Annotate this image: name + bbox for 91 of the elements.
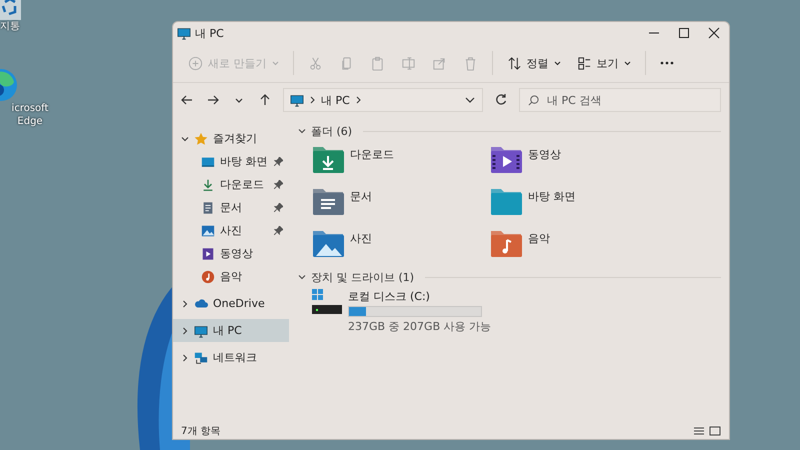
download-folder-icon xyxy=(312,145,344,173)
chevron-right-icon[interactable] xyxy=(181,300,189,308)
tiles-view-icon[interactable] xyxy=(709,426,721,436)
chevron-right-icon[interactable] xyxy=(181,354,189,362)
sidebar-label: 문서 xyxy=(220,200,242,215)
address-bar[interactable]: 내 PC xyxy=(283,88,483,112)
video-icon xyxy=(201,246,215,260)
monitor-icon xyxy=(177,26,191,40)
chevron-down-icon[interactable] xyxy=(298,127,306,135)
breadcrumb-item[interactable]: 내 PC xyxy=(321,92,350,108)
picture-folder-icon xyxy=(312,229,344,257)
window-title: 내 PC xyxy=(195,26,225,40)
folder-name: 사진 xyxy=(350,231,372,246)
caret-icon xyxy=(624,60,630,66)
chevron-down-icon[interactable] xyxy=(298,273,306,281)
chevron-right-icon xyxy=(356,96,361,104)
sidebar-label: 동영상 xyxy=(220,246,253,261)
network-icon xyxy=(194,350,208,364)
share-icon xyxy=(432,56,446,70)
section-header[interactable]: 폴더 (6) xyxy=(311,124,352,138)
sidebar-item[interactable]: 내 PC xyxy=(173,319,289,342)
folder-item[interactable]: 바탕 화면 xyxy=(490,187,668,219)
status-item-count: 7개 항목 xyxy=(181,425,222,438)
sidebar-item[interactable]: 바탕 화면 xyxy=(173,150,289,173)
document-icon xyxy=(201,200,215,214)
sidebar-label: 네트워크 xyxy=(213,350,257,365)
folder-item[interactable]: 음악 xyxy=(490,229,668,261)
drive-free-space: 237GB 중 207GB 사용 가능 xyxy=(348,319,492,334)
sidebar-item[interactable]: 동영상 xyxy=(173,242,289,265)
sidebar-label: OneDrive xyxy=(213,297,265,310)
clipboard-icon xyxy=(370,56,384,70)
drive-item[interactable]: 로컬 디스크 (C:) 237GB 중 207GB 사용 가능 xyxy=(298,285,721,334)
monitor-icon xyxy=(201,154,215,168)
sidebar-label: 다운로드 xyxy=(220,177,264,192)
sidebar-label: 바탕 화면 xyxy=(220,154,268,169)
drive-name: 로컬 디스크 (C:) xyxy=(348,289,431,304)
search-icon xyxy=(528,94,539,106)
sidebar-item[interactable]: OneDrive xyxy=(173,292,289,315)
back-arrow-icon[interactable] xyxy=(181,94,193,106)
plus-icon xyxy=(188,56,203,70)
section-header[interactable]: 장치 및 드라이브 (1) xyxy=(311,270,414,284)
star-icon xyxy=(194,132,208,146)
chevron-right-icon xyxy=(310,96,315,104)
view-button[interactable]: 보기 xyxy=(570,50,638,76)
sidebar-item[interactable]: 즐겨찾기 xyxy=(173,127,289,150)
folder-item[interactable]: 사진 xyxy=(312,229,490,261)
folder-item[interactable]: 동영상 xyxy=(490,145,668,177)
view-icon xyxy=(576,56,592,70)
video-folder-icon xyxy=(490,145,522,173)
search-field[interactable]: 내 PC 검색 xyxy=(519,88,721,112)
rename-icon xyxy=(400,56,416,70)
folder-icon xyxy=(490,187,522,215)
folder-name: 동영상 xyxy=(528,147,561,162)
sort-button[interactable]: 정렬 xyxy=(500,50,568,76)
folder-name: 음악 xyxy=(528,231,550,246)
cloud-icon xyxy=(194,296,208,310)
sidebar-label: 음악 xyxy=(220,269,242,284)
desktop-icon-label[interactable]: icrosoft Edge xyxy=(0,102,60,128)
picture-icon xyxy=(201,224,215,238)
folder-item[interactable]: 문서 xyxy=(312,187,490,219)
drive-icon xyxy=(312,289,342,315)
folder-name: 다운로드 xyxy=(350,147,394,162)
refresh-icon[interactable] xyxy=(495,94,507,106)
folder-name: 문서 xyxy=(350,189,372,204)
sidebar-label: 즐겨찾기 xyxy=(213,131,257,146)
folder-item[interactable]: 다운로드 xyxy=(312,145,490,177)
sidebar-item[interactable]: 다운로드 xyxy=(173,173,289,196)
chevron-down-icon[interactable] xyxy=(181,134,189,142)
desktop-icon-label[interactable]: 지통 xyxy=(0,20,20,33)
sidebar-item[interactable]: 네트워크 xyxy=(173,346,289,369)
sidebar-label: 내 PC xyxy=(213,323,242,338)
scissors-icon xyxy=(308,56,322,70)
sidebar-item[interactable]: 사진 xyxy=(173,219,289,242)
chevron-right-icon[interactable] xyxy=(181,326,189,334)
folder-name: 바탕 화면 xyxy=(528,189,576,204)
monitor-icon xyxy=(290,93,304,107)
document-folder-icon xyxy=(312,187,344,215)
download-icon xyxy=(201,178,215,192)
up-arrow-icon[interactable] xyxy=(259,94,271,106)
sidebar-label: 사진 xyxy=(220,223,242,238)
more-icon xyxy=(660,61,674,65)
monitor-icon xyxy=(194,324,208,338)
music-note-icon xyxy=(201,270,215,284)
caret-icon xyxy=(272,60,278,66)
sidebar-item[interactable]: 문서 xyxy=(173,196,289,219)
caret-icon xyxy=(554,60,560,66)
sort-icon xyxy=(506,56,522,70)
sidebar-item[interactable]: 음악 xyxy=(173,265,289,288)
music-folder-icon xyxy=(490,229,522,257)
details-view-icon[interactable] xyxy=(693,426,705,436)
forward-arrow-icon[interactable] xyxy=(207,94,219,106)
